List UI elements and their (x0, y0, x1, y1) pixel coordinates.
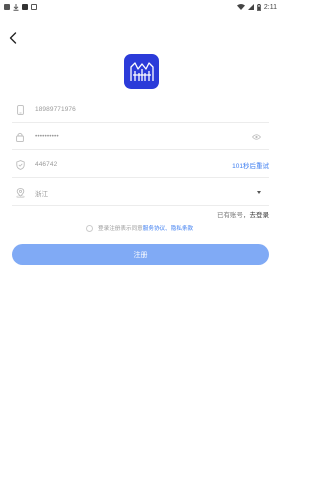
password-input[interactable]: •••••••••• (35, 133, 252, 140)
status-system-icons: 2:11 (236, 3, 277, 11)
agreement-prefix: 登录注册表示同意 (98, 226, 143, 232)
login-prompt-text: 已有账号， (217, 212, 250, 219)
agreement-row: 登录注册表示同意 服务协议、隐私条款 (86, 224, 193, 232)
phone-field[interactable]: 18989771976 (12, 97, 269, 123)
app2-notification-icon (31, 4, 37, 10)
location-icon (14, 187, 26, 199)
go-login-link[interactable]: 去登录 (250, 212, 270, 219)
download-notification-icon (13, 3, 19, 11)
app-notification-icon (22, 4, 28, 10)
verification-code-field[interactable]: 446742 101秒后重试 (12, 152, 269, 178)
status-bar: 2:11 (0, 0, 281, 14)
phone-input[interactable]: 18989771976 (35, 106, 269, 113)
region-select[interactable]: 浙江 (35, 188, 257, 198)
eye-icon (252, 133, 261, 140)
privacy-policy-link[interactable]: 隐私条款 (171, 224, 193, 232)
verification-code-input[interactable]: 446742 (35, 161, 232, 168)
battery-icon (256, 3, 261, 11)
app-logo-icon (129, 61, 154, 81)
password-field[interactable]: •••••••••• (12, 124, 269, 150)
region-field[interactable]: 浙江 (12, 180, 269, 206)
toggle-password-visibility[interactable] (252, 133, 261, 140)
phone-icon (14, 104, 26, 116)
register-button[interactable]: 注册 (12, 244, 269, 265)
lock-icon (14, 131, 26, 143)
region-dropdown-toggle[interactable] (257, 191, 261, 194)
caret-down-icon (257, 191, 261, 194)
wifi-icon (236, 4, 245, 10)
login-prompt: 已有账号，去登录 (217, 209, 269, 219)
status-notification-icons (4, 3, 37, 11)
agreement-checkbox[interactable] (86, 224, 93, 232)
terms-of-service-link[interactable]: 服务协议 (143, 224, 165, 232)
app-logo (124, 54, 159, 89)
back-button[interactable] (6, 30, 20, 46)
chevron-left-icon (9, 32, 17, 44)
shield-icon (14, 159, 26, 171)
image-notification-icon (4, 4, 10, 10)
resend-code-button[interactable]: 101秒后重试 (232, 160, 269, 170)
status-time: 2:11 (263, 3, 277, 11)
signal-icon (247, 4, 254, 10)
